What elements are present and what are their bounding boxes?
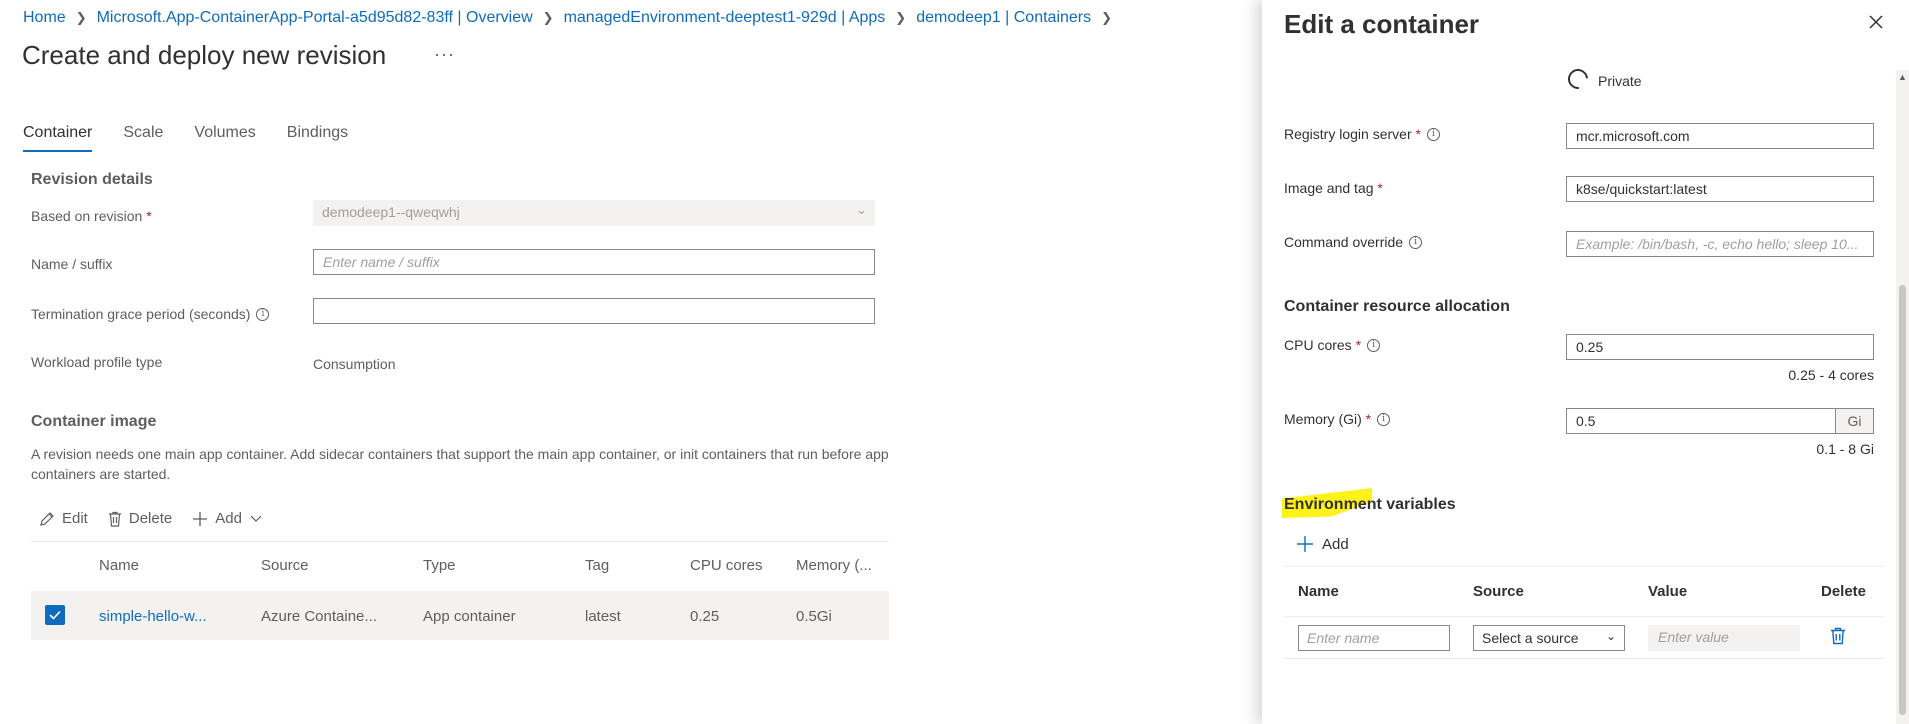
container-image-heading: Container image [31, 413, 157, 430]
column-header-name[interactable]: Name [99, 557, 139, 574]
column-header-tag[interactable]: Tag [585, 557, 609, 574]
required-marker: * [1415, 126, 1421, 142]
tab-volumes[interactable]: Volumes [194, 124, 255, 152]
tab-list: Container Scale Volumes Bindings [23, 124, 379, 152]
revision-details-heading: Revision details [31, 171, 153, 188]
env-name-input[interactable]: Enter name [1298, 625, 1450, 651]
required-marker: * [146, 208, 152, 224]
chevron-right-icon: ❯ [895, 10, 907, 25]
column-header-memory[interactable]: Memory (... [796, 557, 872, 574]
info-icon[interactable]: i [256, 307, 270, 321]
scrollbar-thumb[interactable] [1899, 285, 1906, 715]
workload-profile-label: Workload profile type [31, 354, 163, 370]
delete-button[interactable]: Delete [108, 510, 172, 527]
termination-grace-label: Termination grace period (seconds) i [31, 306, 270, 322]
private-radio-label[interactable]: Private [1598, 73, 1642, 89]
env-grid-divider [1284, 658, 1884, 659]
add-env-variable-button[interactable]: Add [1296, 535, 1349, 553]
edit-icon [40, 511, 54, 526]
ellipsis-icon[interactable]: ··· [434, 44, 455, 65]
info-icon[interactable]: i [1367, 338, 1381, 352]
radio-icon[interactable] [1563, 64, 1593, 94]
chevron-right-icon: ❯ [1101, 10, 1113, 25]
env-column-source: Source [1473, 583, 1524, 600]
required-marker: * [1365, 411, 1372, 427]
chevron-down-icon: ⌄ [856, 202, 867, 217]
env-column-value: Value [1648, 583, 1688, 600]
required-marker: * [1377, 180, 1383, 196]
info-icon[interactable]: i [1409, 235, 1423, 249]
grid-divider [31, 541, 889, 542]
cpu-cores-label: CPU cores * i [1284, 337, 1381, 353]
resource-allocation-heading: Container resource allocation [1284, 298, 1510, 315]
command-override-label: Command override i [1284, 234, 1423, 250]
container-tag-cell: latest [585, 608, 621, 625]
scroll-up-icon[interactable]: ▲ [1898, 72, 1907, 82]
memory-label: Memory (Gi) * i [1284, 411, 1391, 427]
registry-login-label: Registry login server * i [1284, 126, 1440, 142]
container-command-bar: Edit Delete Add [39, 510, 289, 527]
container-memory-cell: 0.5Gi [796, 608, 832, 625]
workload-profile-value: Consumption [313, 356, 396, 372]
breadcrumb-container-app-portal[interactable]: Microsoft.App-ContainerApp-Portal-a5d95d… [97, 9, 533, 27]
env-source-select[interactable]: Select a source ⌄ [1473, 625, 1625, 651]
tab-container[interactable]: Container [23, 124, 93, 152]
registry-login-input[interactable]: mcr.microsoft.com [1566, 123, 1874, 149]
command-override-input[interactable]: Example: /bin/bash, -c, echo hello; slee… [1566, 231, 1874, 257]
breadcrumb-home[interactable]: Home [23, 9, 66, 27]
column-header-source[interactable]: Source [261, 557, 309, 574]
panel-title: Edit a container [1284, 9, 1480, 39]
chevron-down-icon [250, 515, 262, 522]
breadcrumb-managed-environment[interactable]: managedEnvironment-deeptest1-929d | Apps [564, 9, 886, 27]
info-icon[interactable]: i [1377, 412, 1391, 426]
memory-input[interactable]: 0.5 Gi [1566, 408, 1874, 434]
plus-icon [193, 511, 208, 526]
plus-icon [1297, 536, 1313, 552]
env-grid-divider [1284, 616, 1884, 617]
name-suffix-input[interactable]: Enter name / suffix [313, 249, 875, 275]
info-icon[interactable]: i [1426, 127, 1440, 141]
cpu-cores-input[interactable]: 0.25 [1566, 334, 1874, 360]
container-image-description: A revision needs one main app container.… [31, 446, 889, 482]
memory-hint: 0.1 - 8 Gi [1816, 441, 1874, 457]
env-value-input[interactable]: Enter value [1648, 625, 1800, 651]
edit-button[interactable]: Edit [39, 510, 88, 527]
cpu-cores-hint: 0.25 - 4 cores [1788, 367, 1874, 383]
edit-container-panel: Edit a container ▲ Private Registry logi… [1262, 0, 1909, 724]
memory-unit-suffix: Gi [1835, 409, 1873, 433]
termination-grace-input[interactable] [313, 298, 875, 324]
trash-icon [108, 511, 121, 527]
column-header-type[interactable]: Type [423, 557, 456, 574]
container-name-link[interactable]: simple-hello-w... [99, 608, 207, 625]
checkbox-checked-icon[interactable] [45, 605, 65, 625]
tab-bindings[interactable]: Bindings [287, 124, 348, 152]
column-header-cpu[interactable]: CPU cores [690, 557, 763, 574]
add-container-button[interactable]: Add [192, 510, 269, 527]
based-on-revision-label: Based on revision * [31, 208, 152, 224]
based-on-revision-select: demodeep1--qweqwhj ⌄ [313, 200, 875, 226]
environment-variables-heading: Environment variables [1284, 496, 1456, 513]
image-tag-input[interactable]: k8se/quickstart:latest [1566, 176, 1874, 202]
image-tag-label: Image and tag * [1284, 180, 1383, 196]
env-column-name: Name [1298, 583, 1339, 600]
name-suffix-label: Name / suffix [31, 256, 113, 272]
required-marker: * [1355, 337, 1362, 353]
breadcrumb: Home ❯ Microsoft.App-ContainerApp-Portal… [23, 9, 1122, 27]
env-grid-divider [1284, 566, 1884, 567]
container-source-cell: Azure Containe... [261, 608, 377, 625]
breadcrumb-demodeep1-containers[interactable]: demodeep1 | Containers [916, 9, 1091, 27]
trash-icon[interactable] [1830, 627, 1846, 648]
container-type-cell: App container [423, 608, 516, 625]
chevron-right-icon: ❯ [75, 10, 87, 25]
env-column-delete: Delete [1821, 583, 1867, 600]
close-icon[interactable] [1868, 14, 1884, 33]
chevron-down-icon: ⌄ [1605, 629, 1616, 643]
container-cpu-cell: 0.25 [690, 608, 720, 625]
chevron-right-icon: ❯ [542, 10, 554, 25]
page-title: Create and deploy new revision [22, 40, 387, 70]
tab-scale[interactable]: Scale [123, 124, 163, 152]
